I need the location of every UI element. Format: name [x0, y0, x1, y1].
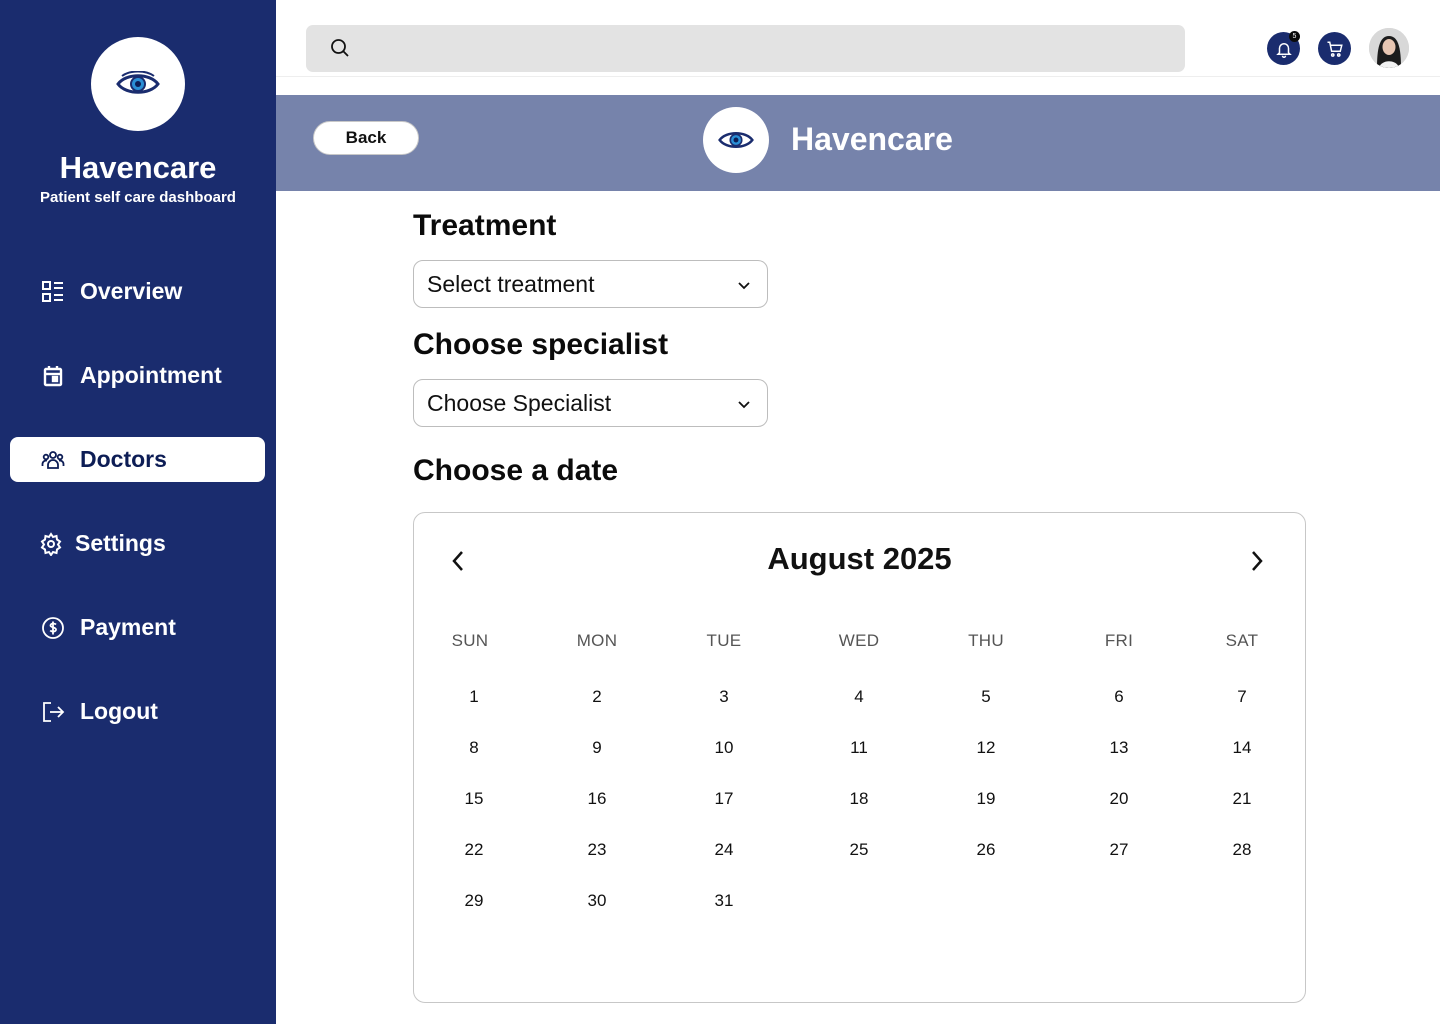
calendar-day[interactable]: 21 — [1222, 784, 1262, 814]
calendar-day[interactable]: 16 — [577, 784, 617, 814]
calendar-month-title: August 2025 — [767, 541, 952, 576]
calendar-day[interactable]: 4 — [839, 682, 879, 712]
calendar-day[interactable]: 19 — [966, 784, 1006, 814]
search-bar[interactable] — [306, 25, 1185, 72]
sidebar-item-overview[interactable]: Overview — [10, 269, 265, 314]
chevron-down-icon — [738, 401, 750, 409]
brand-name: Havencare — [59, 150, 217, 185]
brand-logo — [91, 37, 185, 131]
calendar-day[interactable]: 2 — [577, 682, 617, 712]
weekday-header: FRI — [1104, 631, 1134, 650]
eye-icon — [718, 132, 754, 148]
calendar-day[interactable]: 25 — [839, 835, 879, 865]
sidebar-item-label: Payment — [80, 614, 176, 640]
calendar-day[interactable]: 13 — [1099, 733, 1139, 763]
sidebar-item-doctors[interactable]: Doctors — [10, 437, 265, 482]
sidebar: Havencare Patient self care dashboard Ov… — [0, 0, 276, 1024]
search-icon — [331, 39, 349, 57]
search-input[interactable] — [360, 25, 1160, 72]
calendar-day[interactable]: 18 — [839, 784, 879, 814]
sidebar-item-label: Appointment — [80, 362, 222, 388]
cart-button[interactable] — [1318, 32, 1351, 65]
specialist-select-value: Choose Specialist — [427, 389, 612, 416]
weekday-header: MON — [576, 631, 618, 650]
logout-icon — [40, 699, 66, 725]
calendar-day[interactable]: 14 — [1222, 733, 1262, 763]
calendar-day[interactable]: 29 — [454, 886, 494, 916]
calendar-day[interactable]: 24 — [704, 835, 744, 865]
weekday-header: SAT — [1225, 631, 1259, 650]
calendar-day[interactable]: 6 — [1099, 682, 1139, 712]
calendar-day[interactable]: 31 — [704, 886, 744, 916]
brand-subtitle: Patient self care dashboard — [40, 189, 236, 206]
sidebar-item-settings[interactable]: Settings — [10, 521, 265, 566]
weekday-header: THU — [968, 631, 1004, 650]
calendar-day[interactable]: 27 — [1099, 835, 1139, 865]
treatment-select-value: Select treatment — [427, 270, 595, 297]
banner-title: Havencare — [791, 121, 953, 157]
cart-icon — [1327, 41, 1343, 57]
calendar-day[interactable]: 3 — [704, 682, 744, 712]
calendar-day[interactable]: 30 — [577, 886, 617, 916]
notification-badge: 5 — [1289, 31, 1300, 42]
date-label: Choose a date — [413, 454, 619, 487]
user-avatar[interactable] — [1369, 28, 1409, 68]
next-month-button[interactable] — [1242, 546, 1272, 576]
calendar-day[interactable]: 5 — [966, 682, 1006, 712]
top-bar: 5 — [276, 0, 1440, 77]
calendar-day[interactable]: 20 — [1099, 784, 1139, 814]
notifications-button[interactable]: 5 — [1267, 31, 1300, 65]
sidebar-item-payment[interactable]: Payment — [10, 605, 265, 650]
sidebar-item-appointment[interactable]: Appointment — [10, 353, 265, 398]
calendar-icon — [40, 363, 66, 389]
banner-logo — [703, 107, 769, 173]
gear-icon — [38, 531, 64, 557]
weekday-header: TUE — [706, 631, 742, 650]
calendar-day[interactable]: 12 — [966, 733, 1006, 763]
eye-icon — [116, 71, 160, 94]
treatment-select[interactable]: Select treatment — [413, 260, 768, 308]
calendar-day[interactable]: 17 — [704, 784, 744, 814]
weekday-header: SUN — [451, 631, 489, 650]
sidebar-item-label: Doctors — [80, 446, 167, 472]
page-banner: Back Havencare — [276, 95, 1440, 191]
bell-icon — [1275, 42, 1292, 58]
sidebar-item-label: Settings — [75, 530, 166, 556]
back-button[interactable]: Back — [313, 121, 419, 155]
specialist-label: Choose specialist — [413, 328, 669, 361]
calendar-day[interactable]: 8 — [454, 733, 494, 763]
treatment-label: Treatment — [413, 209, 557, 242]
people-icon — [40, 447, 66, 473]
calendar-day[interactable]: 26 — [966, 835, 1006, 865]
weekday-header: WED — [838, 631, 880, 650]
calendar-day[interactable]: 10 — [704, 733, 744, 763]
specialist-select[interactable]: Choose Specialist — [413, 379, 768, 427]
calendar-day[interactable]: 23 — [577, 835, 617, 865]
sidebar-item-label: Logout — [80, 698, 158, 724]
dollar-circle-icon — [40, 615, 66, 641]
sidebar-item-logout[interactable]: Logout — [10, 689, 265, 734]
calendar-day[interactable]: 15 — [454, 784, 494, 814]
grid-list-icon — [40, 279, 66, 305]
calendar-day[interactable]: 11 — [839, 733, 879, 763]
date-calendar: August 2025 SUN MON TUE WED THU FRI SAT 1 2 3 4 5 6 7… — [413, 512, 1306, 1003]
sidebar-item-label: Overview — [80, 278, 183, 304]
chevron-right-icon — [1252, 551, 1263, 571]
calendar-day[interactable]: 1 — [454, 682, 494, 712]
calendar-day[interactable]: 7 — [1222, 682, 1262, 712]
calendar-day[interactable]: 28 — [1222, 835, 1262, 865]
calendar-day[interactable]: 9 — [577, 733, 617, 763]
calendar-day[interactable]: 22 — [454, 835, 494, 865]
chevron-down-icon — [738, 282, 750, 290]
